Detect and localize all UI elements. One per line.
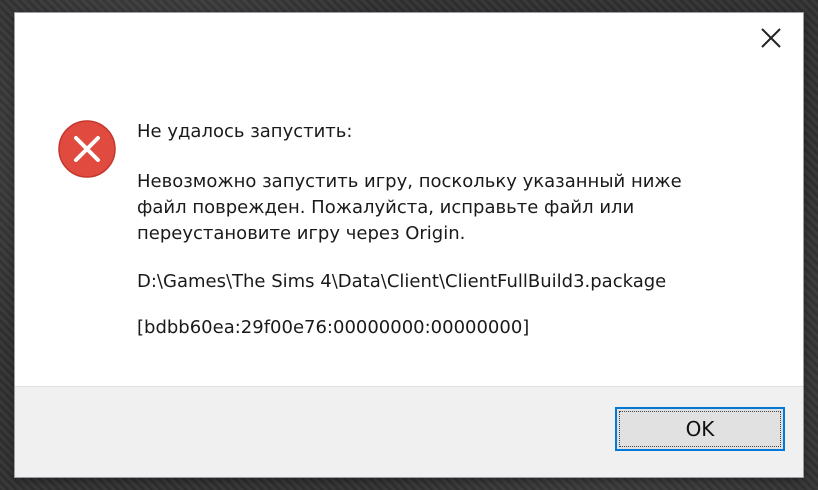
close-button[interactable] <box>739 13 803 63</box>
dialog-message: Невозможно запустить игру, поскольку ука… <box>137 171 682 244</box>
dialog-footer: OK <box>15 386 803 477</box>
error-dialog: Не удалось запустить: Невозможно запусти… <box>14 12 804 478</box>
ok-button[interactable]: OK <box>615 407 785 451</box>
file-path: D:\Games\The Sims 4\Data\Client\ClientFu… <box>137 271 667 292</box>
error-icon <box>58 120 116 178</box>
error-code: [bdbb60ea:29f00e76:00000000:00000000] <box>137 317 530 338</box>
dialog-content: Не удалось запустить: Невозможно запусти… <box>137 119 777 341</box>
close-icon <box>761 28 781 48</box>
ok-button-label: OK <box>685 417 715 441</box>
dialog-heading: Не удалось запустить: <box>137 121 353 142</box>
